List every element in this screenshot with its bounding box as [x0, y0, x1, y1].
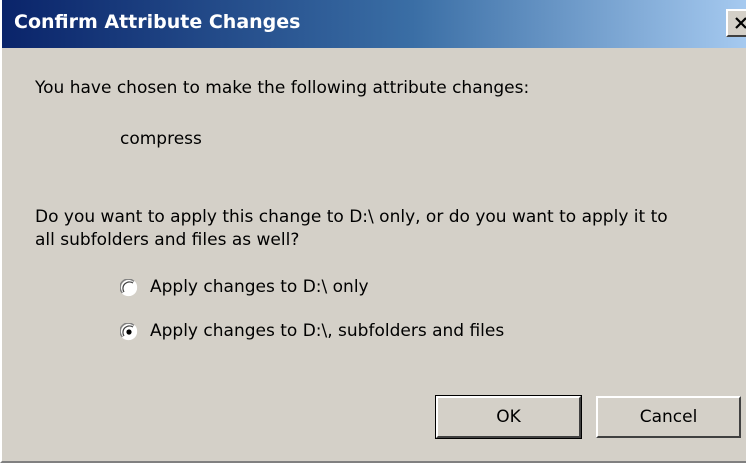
attribute-change-text: compress — [120, 129, 202, 149]
question-text-line-1: Do you want to apply this change to D:\ … — [35, 207, 668, 227]
title-bar[interactable]: Confirm Attribute Changes — [2, 0, 746, 48]
option-d-only-label[interactable]: Apply changes to D:\ only — [150, 277, 369, 297]
radio-unselected-icon[interactable] — [120, 279, 138, 297]
dialog-title: Confirm Attribute Changes — [14, 11, 301, 33]
option-d-subfolders-label[interactable]: Apply changes to D:\, subfolders and fil… — [150, 321, 504, 341]
close-icon — [735, 17, 746, 29]
question-text-line-2: all subfolders and files as well? — [35, 230, 300, 250]
close-button[interactable] — [726, 9, 746, 37]
intro-text: You have chosen to make the following at… — [35, 78, 530, 98]
cancel-button[interactable]: Cancel — [596, 396, 741, 438]
ok-button[interactable]: OK — [435, 395, 582, 439]
confirm-attribute-changes-dialog: Confirm Attribute Changes You have chose… — [0, 0, 746, 463]
radio-selected-icon[interactable] — [120, 323, 138, 341]
